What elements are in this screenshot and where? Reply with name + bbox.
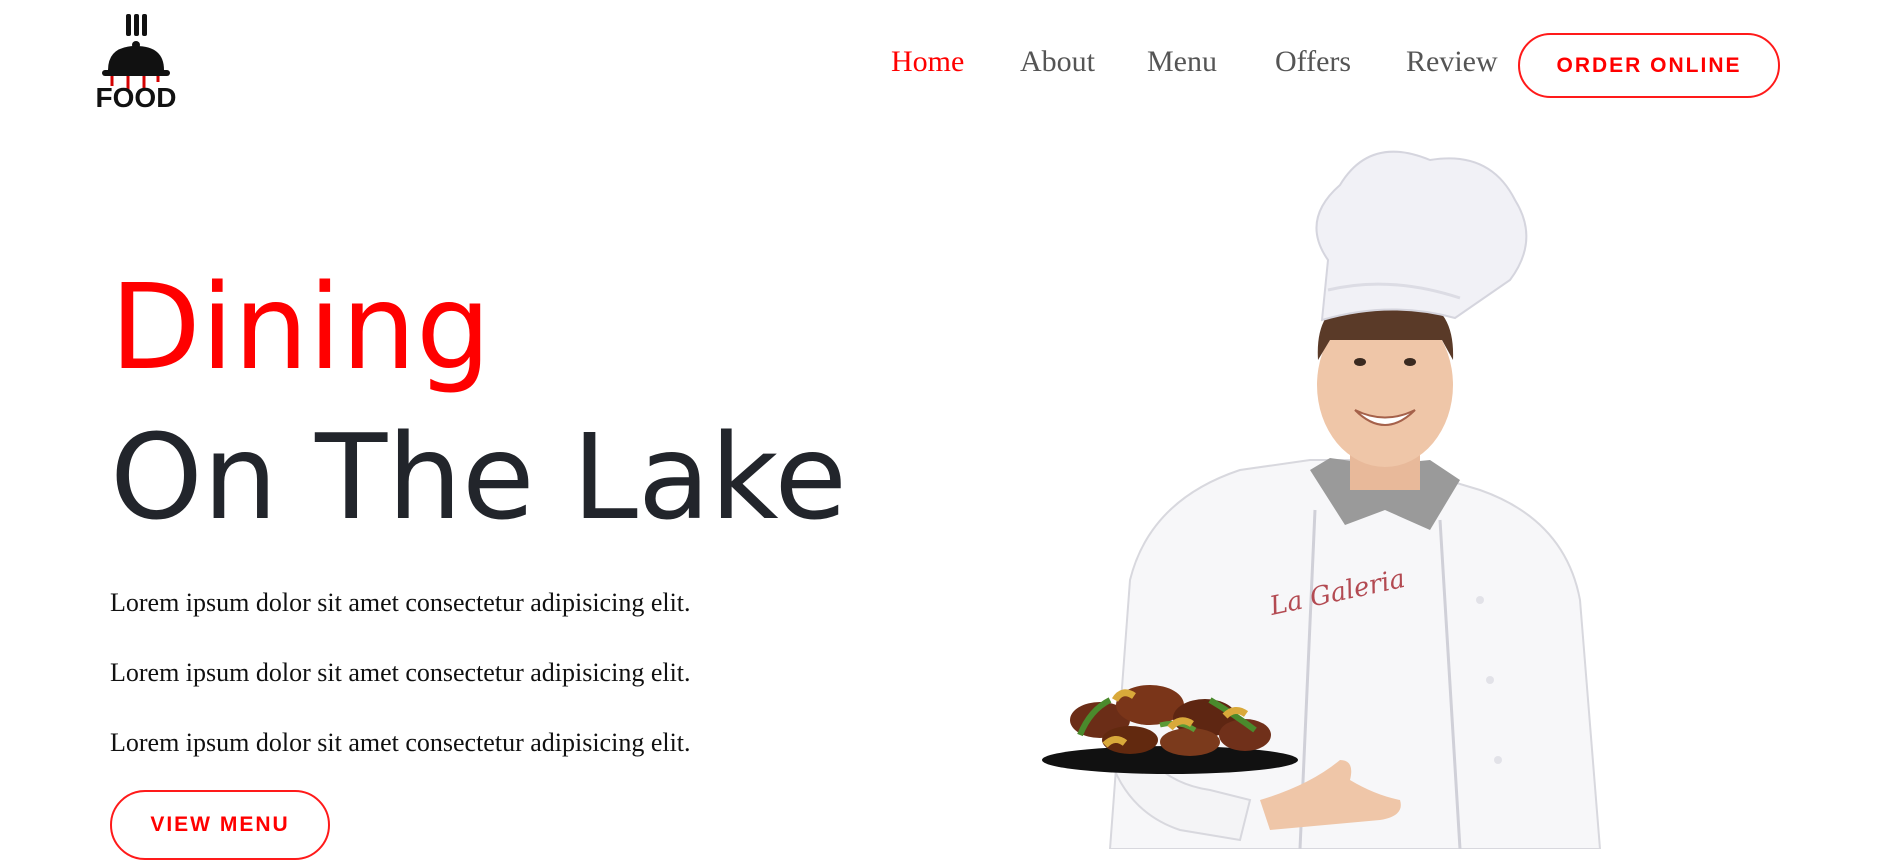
- hero-title-lake: On The Lake: [110, 408, 847, 546]
- hero-title-dining: Dining: [110, 258, 491, 396]
- logo-text: FOOD: [96, 82, 177, 112]
- nav-menu[interactable]: Menu: [1147, 42, 1217, 82]
- nav-review[interactable]: Review: [1406, 42, 1498, 82]
- hero-paragraph: Lorem ipsum dolor sit amet consectetur a…: [110, 728, 691, 757]
- hero-paragraph: Lorem ipsum dolor sit amet consectetur a…: [110, 588, 691, 617]
- chef-image: La Galeria: [1010, 140, 1650, 850]
- order-online-button[interactable]: ORDER ONLINE: [1518, 33, 1780, 98]
- nav-about[interactable]: About: [1020, 42, 1095, 82]
- nav-offers[interactable]: Offers: [1275, 42, 1351, 82]
- nav-home[interactable]: Home: [891, 42, 964, 82]
- view-menu-button[interactable]: VIEW MENU: [110, 790, 330, 860]
- hero-paragraph: Lorem ipsum dolor sit amet consectetur a…: [110, 658, 691, 687]
